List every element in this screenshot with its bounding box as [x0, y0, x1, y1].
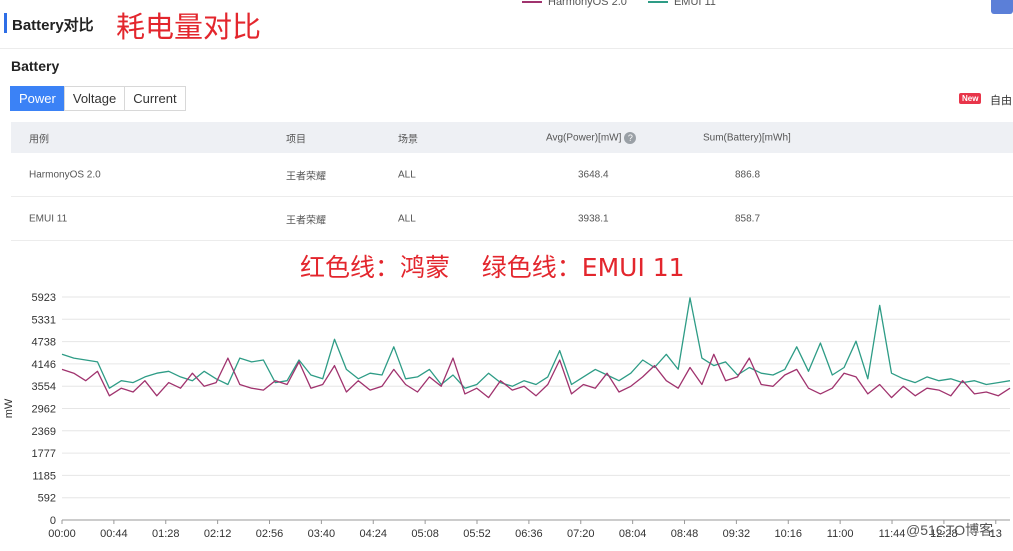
col-header-project: 项目 — [286, 134, 306, 145]
series-line-emui-11 — [61, 297, 1011, 389]
x-tick-label: 08:48 — [671, 528, 699, 540]
title-accent-bar — [4, 13, 7, 33]
power-line-chart-svg: 0 592 1185 1777 2369 2962 3554 4146 4738 5331 5923… — [3, 292, 1011, 540]
table-header: 用例 项目 场景 Avg(Power)[mW]? Sum(Battery)[mW… — [11, 122, 1013, 153]
legend-item-emui[interactable]: EMUI 11 — [647, 0, 716, 8]
cell-avg-power: 3938.1 — [578, 213, 609, 224]
y-tick-label: 3554 — [32, 381, 56, 393]
cell-avg-power: 3648.4 — [578, 169, 609, 180]
y-tick-label: 592 — [38, 493, 56, 505]
chart-legend: HarmonyOS 2.0 EMUI 11 — [522, 0, 734, 8]
y-tick-label: 2369 — [32, 426, 56, 438]
col-header-scene: 场景 — [398, 134, 418, 145]
watermark: @51CTO博客 — [906, 522, 994, 538]
x-tick-label: 08:04 — [619, 528, 647, 540]
y-tick-label: 4738 — [32, 337, 56, 349]
legend-item-harmonyos[interactable]: HarmonyOS 2.0 — [522, 0, 627, 8]
cell-scene: ALL — [398, 213, 416, 224]
legend-label-emui: EMUI 11 — [673, 0, 716, 8]
x-tick-label: 11:44 — [879, 528, 906, 540]
x-tick-label: 06:36 — [515, 528, 543, 540]
x-tick-label: 02:12 — [204, 528, 232, 540]
table-row: EMUI 11 王者荣耀 ALL 3938.1 858.7 — [11, 197, 1013, 241]
x-tick-label: 00:44 — [100, 528, 128, 540]
x-tick-label: 00:00 — [48, 528, 76, 540]
col-header-avg-power-label: Avg(Power)[mW] — [546, 132, 622, 144]
y-tick-label: 5923 — [32, 292, 56, 304]
y-tick-label: 1185 — [32, 470, 56, 482]
x-tick-label: 05:52 — [463, 528, 491, 540]
tab-power[interactable]: Power — [10, 86, 65, 111]
page-title: Battery对比 — [12, 17, 94, 34]
cell-project: 王者荣耀 — [286, 215, 326, 226]
tab-voltage[interactable]: Voltage — [63, 86, 126, 111]
cell-case: HarmonyOS 2.0 — [29, 169, 101, 180]
x-tick-label: 10:16 — [775, 528, 803, 540]
new-feature-link[interactable]: 自由 — [990, 92, 1012, 108]
x-tick-label: 05:08 — [411, 528, 439, 540]
tab-current[interactable]: Current — [124, 86, 186, 111]
cell-sum-battery: 858.7 — [735, 213, 761, 224]
cell-scene: ALL — [398, 169, 416, 180]
section-title: Battery — [11, 58, 60, 74]
y-tick-label: 5331 — [32, 314, 56, 326]
y-tick-label: 2962 — [32, 403, 56, 415]
x-tick-label: 01:28 — [152, 528, 180, 540]
col-header-avg-power: Avg(Power)[mW]? — [546, 131, 637, 144]
cell-case: EMUI 11 — [29, 213, 68, 224]
help-icon[interactable]: ? — [624, 131, 637, 144]
x-tick-label: 02:56 — [256, 528, 284, 540]
y-tick-label: 0 — [50, 515, 56, 527]
y-tick-label: 4146 — [32, 359, 56, 371]
y-axis-label: mW — [3, 398, 15, 418]
corner-menu-button[interactable] — [991, 0, 1013, 14]
annotation-title: 耗电量对比 — [116, 10, 262, 44]
x-tick-label: 07:20 — [567, 528, 595, 540]
legend-swatch-harmonyos — [522, 1, 542, 3]
legend-swatch-emui — [647, 1, 668, 3]
y-tick-label: 1777 — [32, 448, 56, 460]
new-badge: New — [959, 93, 982, 104]
top-bar: Battery对比 耗电量对比 HarmonyOS 2.0 EMUI 11 — [0, 0, 1013, 49]
x-tick-label: 04:24 — [359, 528, 387, 540]
metric-tabs: Power Voltage Current — [10, 86, 186, 111]
x-tick-label: 09:32 — [723, 528, 751, 540]
legend-label-harmonyos: HarmonyOS 2.0 — [548, 0, 627, 8]
x-tick-label: 11:00 — [827, 528, 854, 540]
table-row: HarmonyOS 2.0 王者荣耀 ALL 3648.4 886.8 — [11, 153, 1013, 197]
col-header-sum-battery: Sum(Battery)[mWh] — [703, 132, 791, 143]
cell-project: 王者荣耀 — [286, 171, 326, 182]
summary-table: 用例 项目 场景 Avg(Power)[mW]? Sum(Battery)[mW… — [11, 122, 1013, 241]
col-header-case: 用例 — [29, 134, 49, 145]
power-chart: 0 592 1185 1777 2369 2962 3554 4146 4738 5331 5923… — [0, 270, 1013, 546]
cell-sum-battery: 886.8 — [735, 169, 761, 180]
x-tick-label: 03:40 — [308, 528, 336, 540]
